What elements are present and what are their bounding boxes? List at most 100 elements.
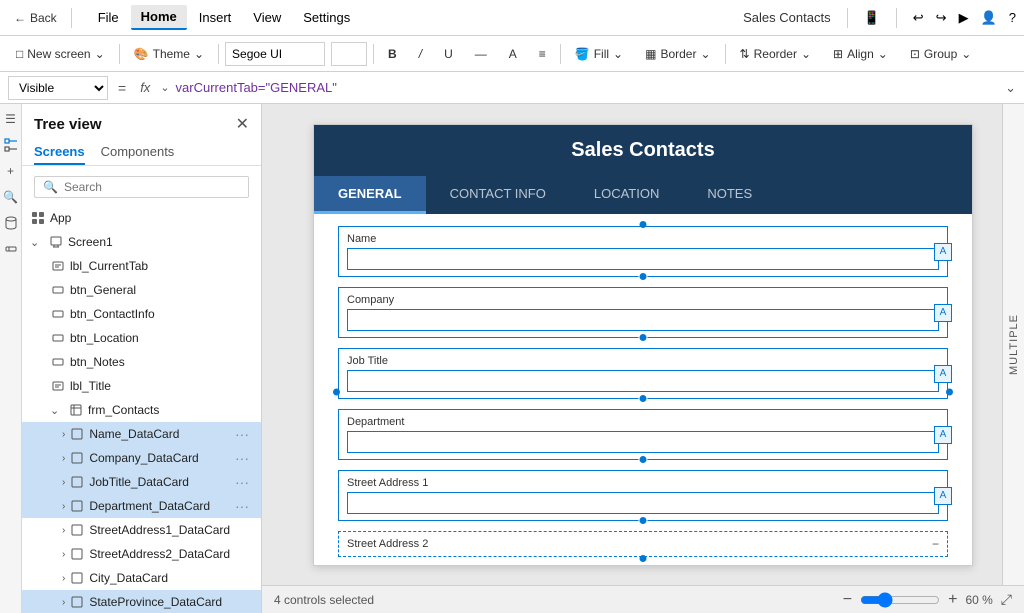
tree-item-frm-contacts[interactable]: ⌄ frm_Contacts [22, 398, 261, 422]
help-icon[interactable]: ? [1009, 10, 1016, 25]
tree-tabs: Screens Components [22, 140, 261, 166]
strikethrough-icon: — [475, 47, 487, 61]
company-field-label: Company [347, 294, 939, 306]
formula-expand-icon[interactable]: ⌄ [1005, 80, 1016, 96]
tree-view-title: Tree view [34, 116, 102, 133]
frm-icon [68, 403, 84, 417]
screen1-chevron-icon: ⌄ [30, 236, 44, 249]
plus-icon[interactable]: + [0, 160, 22, 182]
align-btn-chevron: ⌄ [878, 47, 888, 61]
settings-menu[interactable]: Settings [293, 6, 360, 29]
view-menu[interactable]: View [243, 6, 291, 29]
border-button[interactable]: ▦ Border ⌄ [637, 45, 718, 63]
fullscreen-icon[interactable]: ⤢ [1001, 591, 1012, 608]
group-button[interactable]: ⊡ Group ⌄ [902, 45, 979, 63]
italic-button[interactable]: / [411, 45, 430, 63]
search-icon[interactable]: 🔍 [0, 186, 22, 208]
hamburger-icon[interactable]: ☰ [0, 108, 22, 130]
department-handle-a[interactable]: A [934, 426, 952, 444]
jobtitle-dot-bottom [639, 394, 648, 403]
home-menu[interactable]: Home [131, 5, 187, 30]
fill-button[interactable]: 🪣 Fill ⌄ [567, 45, 631, 63]
tree-item-jobtitle-datacard[interactable]: › JobTitle_DataCard ··· [22, 470, 261, 494]
border-chevron: ⌄ [700, 47, 710, 61]
top-bar: ← Back File Home Insert View Settings Sa… [0, 0, 1024, 36]
redo-icon[interactable]: ↪ [936, 10, 947, 26]
user-icon[interactable]: 👤 [981, 10, 997, 26]
search-box[interactable]: 🔍 [34, 176, 249, 198]
tree-item-screen1[interactable]: ⌄ Screen1 [22, 230, 261, 254]
department-field-input[interactable] [347, 431, 939, 453]
tree-item-lbl-currenttab[interactable]: lbl_CurrentTab [22, 254, 261, 278]
app-header: Sales Contacts [314, 125, 972, 176]
name-field-wrapper: Name A [338, 226, 948, 277]
screens-tab[interactable]: Screens [34, 140, 85, 165]
align-icon: ≡ [539, 47, 546, 61]
jobtitle-handle-a[interactable]: A [934, 365, 952, 383]
undo-icon[interactable]: ↩ [913, 10, 924, 26]
insert-menu[interactable]: Insert [189, 6, 242, 29]
btn-location-icon [50, 331, 66, 345]
tree-view-icon[interactable] [0, 134, 22, 156]
tree-item-name-datacard[interactable]: › Name_DataCard ··· [22, 422, 261, 446]
tree-item-btn-notes[interactable]: btn_Notes [22, 350, 261, 374]
theme-button[interactable]: 🎨 Theme ⌄ [126, 45, 212, 63]
tree-item-streetaddress2-datacard[interactable]: › StreetAddress2_DataCard [22, 542, 261, 566]
tab-location[interactable]: LOCATION [570, 176, 684, 214]
back-button[interactable]: ← Back [8, 9, 63, 27]
streetaddress2-label: StreetAddress2_DataCard [89, 547, 253, 561]
file-menu[interactable]: File [88, 6, 129, 29]
tab-general[interactable]: GENERAL [314, 176, 426, 214]
company-handle-a[interactable]: A [934, 304, 952, 322]
align-button[interactable]: ≡ [531, 45, 554, 63]
strikethrough-button[interactable]: — [467, 45, 495, 63]
tree-item-city-datacard[interactable]: › City_DataCard [22, 566, 261, 590]
streetaddr1-handle-a[interactable]: A [934, 487, 952, 505]
tree-item-streetaddress1-datacard[interactable]: › StreetAddress1_DataCard [22, 518, 261, 542]
streetaddr1-field-input[interactable] [347, 492, 939, 514]
zoom-slider[interactable] [860, 592, 940, 608]
bold-button[interactable]: B [380, 45, 405, 63]
variables-icon[interactable] [0, 238, 22, 260]
name-handle-a[interactable]: A [934, 243, 952, 261]
company-datacard-more[interactable]: ··· [231, 450, 253, 466]
font-size-button[interactable]: A [501, 45, 525, 63]
department-datacard-more[interactable]: ··· [231, 498, 253, 514]
new-screen-button[interactable]: □ New screen ⌄ [8, 45, 113, 63]
reorder-button[interactable]: ⇅ Reorder ⌄ [732, 45, 819, 63]
jobtitle-datacard-more[interactable]: ··· [231, 474, 253, 490]
tab-notes[interactable]: NOTES [683, 176, 776, 214]
tree-item-btn-general[interactable]: btn_General [22, 278, 261, 302]
jobtitle-field-label: Job Title [347, 355, 939, 367]
tree-item-app[interactable]: App [22, 206, 261, 230]
company-field-input[interactable] [347, 309, 939, 331]
tree-item-btn-contactinfo[interactable]: btn_ContactInfo [22, 302, 261, 326]
equals-sign: = [114, 80, 130, 96]
zoom-minus-button[interactable]: − [843, 591, 852, 609]
tree-item-department-datacard[interactable]: › Department_DataCard ··· [22, 494, 261, 518]
play-icon[interactable]: ▶ [959, 10, 969, 26]
search-input[interactable] [64, 180, 240, 194]
theme-label: Theme [153, 47, 190, 61]
streetaddr2-field-wrapper: Street Address 2 − [338, 531, 948, 557]
tree-close-button[interactable]: ✕ [236, 114, 249, 134]
jobtitle-field-input[interactable] [347, 370, 939, 392]
form-content: Name A Company A [314, 214, 972, 565]
align-btn[interactable]: ⊞ Align ⌄ [825, 45, 896, 63]
name-datacard-more[interactable]: ··· [231, 426, 253, 442]
zoom-plus-button[interactable]: + [948, 591, 957, 609]
formula-bar: Visible = fx ⌄ varCurrentTab="GENERAL" ⌄ [0, 72, 1024, 104]
property-dropdown[interactable]: Visible [8, 76, 108, 100]
tree-item-company-datacard[interactable]: › Company_DataCard ··· [22, 446, 261, 470]
name-field-input[interactable] [347, 248, 939, 270]
streetaddr1-field-wrapper: Street Address 1 A [338, 470, 948, 521]
tree-item-btn-location[interactable]: btn_Location [22, 326, 261, 350]
font-name-input[interactable] [225, 42, 325, 66]
tree-item-stateprovince-datacard[interactable]: › StateProvince_DataCard [22, 590, 261, 613]
components-tab[interactable]: Components [101, 140, 175, 165]
database-icon[interactable] [0, 212, 22, 234]
font-size-input[interactable] [331, 42, 367, 66]
underline-button[interactable]: U [436, 45, 461, 63]
tab-contact-info[interactable]: CONTACT INFO [426, 176, 570, 214]
tree-item-lbl-title[interactable]: lbl_Title [22, 374, 261, 398]
